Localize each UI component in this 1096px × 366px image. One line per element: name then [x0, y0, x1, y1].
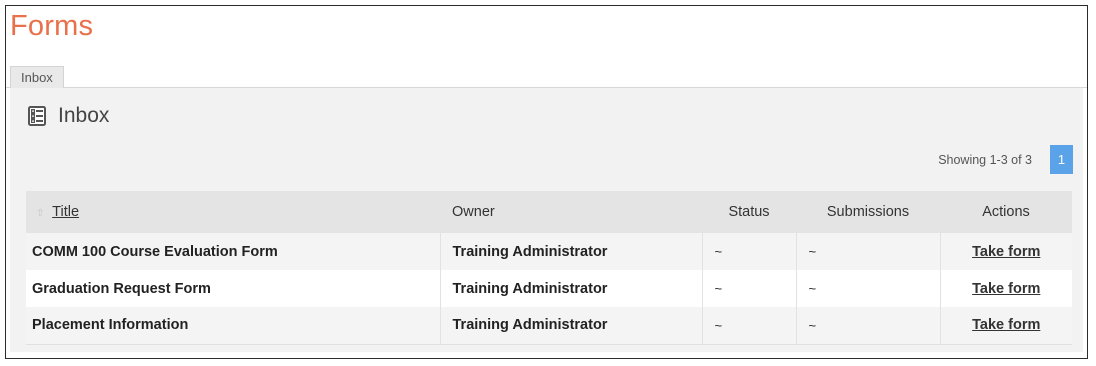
- column-header-owner: Owner: [440, 191, 702, 233]
- form-list-icon: [28, 106, 46, 126]
- take-form-link[interactable]: Take form: [972, 244, 1040, 260]
- sort-by-title-link[interactable]: Title: [52, 204, 79, 220]
- row-owner: Training Administrator: [439, 270, 702, 307]
- showing-count: Showing 1-3 of 3: [938, 152, 1032, 167]
- take-form-link[interactable]: Take form: [972, 317, 1040, 333]
- panel-title: Inbox: [58, 104, 110, 127]
- row-title: Placement Information: [26, 307, 440, 345]
- forms-table: ⇧ Title Owner Status Submissions Actions…: [26, 191, 1072, 345]
- table-header-row: ⇧ Title Owner Status Submissions Actions: [26, 191, 1072, 233]
- row-title: Graduation Request Form: [26, 270, 440, 307]
- sort-arrow-icon: ⇧: [36, 208, 45, 219]
- row-action: Take form: [939, 307, 1072, 345]
- table-row: COMM 100 Course Evaluation Form Training…: [26, 233, 1072, 270]
- table-row: Graduation Request Form Training Adminis…: [26, 270, 1072, 307]
- inbox-panel: Inbox Showing 1-3 of 3 1 ⇧ Title Owner S…: [10, 88, 1083, 352]
- row-status: ~: [701, 307, 796, 345]
- row-owner: Training Administrator: [439, 233, 702, 270]
- take-form-link[interactable]: Take form: [972, 281, 1040, 297]
- row-status: ~: [701, 233, 796, 270]
- column-header-submissions: Submissions: [796, 191, 940, 233]
- row-owner: Training Administrator: [439, 307, 702, 345]
- tab-bar: Inbox: [6, 60, 1087, 89]
- row-submissions: ~: [795, 307, 940, 345]
- forms-page: Forms Inbox Inbox Showing 1-3 of 3 1 ⇧ T…: [5, 5, 1088, 359]
- row-submissions: ~: [795, 270, 940, 307]
- tab-inbox[interactable]: Inbox: [10, 66, 64, 89]
- table-row: Placement Information Training Administr…: [26, 307, 1072, 345]
- page-title: Forms: [10, 10, 94, 42]
- column-header-title[interactable]: ⇧ Title: [26, 191, 440, 233]
- row-status: ~: [701, 270, 796, 307]
- row-action: Take form: [939, 233, 1072, 270]
- panel-header: Inbox: [28, 104, 109, 128]
- page-1-button[interactable]: 1: [1050, 145, 1073, 174]
- row-title: COMM 100 Course Evaluation Form: [26, 233, 440, 270]
- row-submissions: ~: [795, 233, 940, 270]
- column-header-status: Status: [702, 191, 796, 233]
- row-action: Take form: [939, 270, 1072, 307]
- column-header-actions: Actions: [940, 191, 1072, 233]
- pagination: Showing 1-3 of 3 1: [938, 145, 1073, 174]
